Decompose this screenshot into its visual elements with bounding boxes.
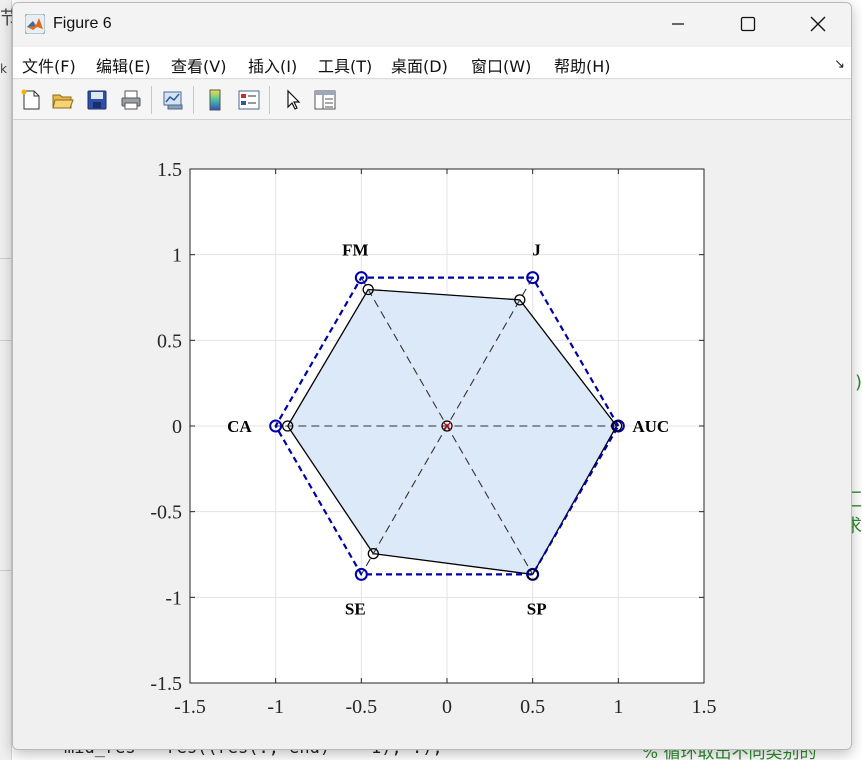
save-button[interactable] [83,86,111,114]
maximize-icon [740,16,756,32]
radar-axis-label: SP [527,599,547,618]
print-button[interactable] [117,86,145,114]
insert-legend-icon [238,90,260,110]
x-tick-label: 0 [442,696,452,718]
menu-tools[interactable]: 工具(T) [318,53,372,77]
editor-left-strip: 节 k [0,0,18,760]
x-tick-label: -1 [267,696,284,718]
edit-plot-pointer-icon [287,89,301,110]
figure-canvas[interactable]: -1.5 -1 -0.5 0 0.5 1 1.5 -1.5 -1 -0.5 0 0.5 1 1.5 AUC J… [13,121,851,749]
new-figure-button[interactable] [17,86,45,114]
print-icon [121,90,141,110]
dock-arrow-icon[interactable]: ↘ [834,57,845,72]
minimize-button[interactable] [643,3,713,45]
background-text: k [0,62,7,76]
toolbar-separator [151,86,152,114]
title-bar[interactable]: Figure 6 [13,3,851,45]
y-tick-label: -0.5 [150,502,182,524]
menu-window[interactable]: 窗口(W) [471,53,531,77]
figure-window: Figure 6 文件(F) 编辑(E) 查看(V) 插入(I) 工具(T) 桌… [12,2,852,750]
save-icon [87,90,107,110]
background-comment: ) [854,372,862,393]
divider [0,258,12,259]
menu-view[interactable]: 查看(V) [171,53,226,77]
open-file-button[interactable] [49,86,77,114]
window-title: Figure 6 [53,15,112,32]
y-tick-label: -1.5 [150,673,182,695]
menu-insert[interactable]: 插入(I) [248,53,297,77]
maximize-button[interactable] [713,3,783,45]
open-file-icon [52,94,74,109]
menu-file[interactable]: 文件(F) [22,53,76,77]
x-tick-label: -0.5 [345,696,377,718]
insert-colorbar-button[interactable] [201,86,229,114]
toolbar [13,80,851,120]
link-plot-button[interactable] [159,86,187,114]
property-inspector-button[interactable] [311,86,339,114]
matlab-logo-icon [25,14,45,34]
x-tick-label: 1 [613,696,623,718]
close-button[interactable] [783,3,851,45]
property-inspector-icon [314,90,336,110]
menu-bar: 文件(F) 编辑(E) 查看(V) 插入(I) 工具(T) 桌面(D) 窗口(W… [13,47,851,79]
y-tick-label: 0 [172,416,182,438]
x-tick-label: 1.5 [692,696,717,718]
menu-help[interactable]: 帮助(H) [554,53,611,77]
new-figure-icon [21,89,40,110]
toolbar-separator [193,86,194,114]
y-tick-label: 1.5 [157,159,182,181]
menu-desktop[interactable]: 桌面(D) [391,53,448,77]
insert-colorbar-icon [209,89,221,111]
divider [0,340,12,341]
x-tick-label: -1.5 [174,696,206,718]
toolbar-separator [269,86,270,114]
x-tick-label: 0.5 [520,696,545,718]
edit-plot-button[interactable] [279,86,307,114]
y-tick-label: -1 [165,587,182,609]
radar-chart[interactable]: -1.5 -1 -0.5 0 0.5 1 1.5 -1.5 -1 -0.5 0 0.5 1 1.5 AUC J… [13,121,851,749]
menu-edit[interactable]: 编辑(E) [96,53,151,77]
radar-axis-label: AUC [632,417,669,436]
radar-axis-label: J [532,241,541,260]
minimize-icon [672,23,684,25]
link-plot-icon [163,91,183,110]
close-icon [810,16,826,32]
radar-axis-label: FM [342,241,368,260]
radar-axis-label: SE [345,599,366,618]
divider [0,570,12,571]
radar-axis-label: CA [227,417,252,436]
insert-legend-button[interactable] [235,86,263,114]
y-tick-label: 1 [172,245,182,267]
y-tick-label: 0.5 [157,330,182,352]
